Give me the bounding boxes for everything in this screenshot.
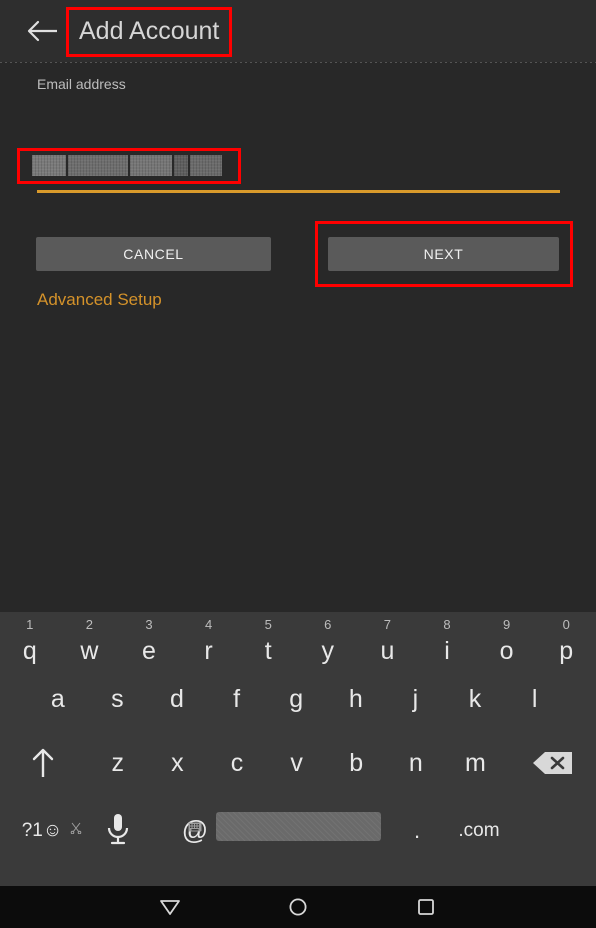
on-screen-keyboard: 1 2 3 4 5 6 7 8 9 0 q w e r t y u i o p … bbox=[0, 612, 596, 886]
email-field-label: Email address bbox=[37, 76, 126, 92]
page-title: Add Account bbox=[79, 17, 220, 45]
email-field-highlight bbox=[17, 148, 241, 184]
key-hint-8: 8 bbox=[443, 617, 451, 632]
key-y[interactable]: y bbox=[298, 634, 358, 668]
key-hint-5: 5 bbox=[264, 617, 272, 632]
app-header: Add Account bbox=[0, 0, 596, 62]
key-hint-7: 7 bbox=[383, 617, 391, 632]
dot-com-key[interactable]: .com bbox=[444, 813, 514, 849]
key-b[interactable]: b bbox=[326, 746, 386, 780]
microphone-icon[interactable] bbox=[88, 807, 148, 853]
nav-back-triangle-icon[interactable] bbox=[140, 886, 200, 928]
symbols-key-label: ?1 bbox=[21, 820, 43, 841]
key-hint-6: 6 bbox=[324, 617, 332, 632]
key-hint-4: 4 bbox=[204, 617, 213, 632]
keyboard-row-1: 1 2 3 4 5 6 7 8 9 0 q w e r t y u i o p bbox=[0, 612, 596, 672]
key-hint-1: 1 bbox=[26, 617, 34, 632]
key-x[interactable]: x bbox=[148, 746, 208, 780]
backspace-icon[interactable] bbox=[524, 742, 582, 784]
key-s[interactable]: s bbox=[88, 682, 148, 716]
key-f[interactable]: f bbox=[207, 682, 267, 716]
key-z[interactable]: z bbox=[88, 746, 148, 780]
key-h[interactable]: h bbox=[326, 682, 386, 716]
key-hint-9: 9 bbox=[502, 617, 511, 632]
key-i[interactable]: i bbox=[417, 634, 477, 668]
cancel-button[interactable]: CANCEL bbox=[36, 237, 271, 271]
nav-recents-square-icon[interactable] bbox=[396, 886, 456, 928]
nav-home-circle-icon[interactable] bbox=[268, 886, 328, 928]
key-e[interactable]: e bbox=[119, 634, 179, 668]
advanced-setup-link[interactable]: Advanced Setup bbox=[37, 290, 162, 310]
account-form: Email address CANCEL NEXT Advanced Setup bbox=[0, 62, 596, 309]
key-d[interactable]: d bbox=[147, 682, 207, 716]
period-key[interactable]: . bbox=[392, 811, 442, 851]
key-g[interactable]: g bbox=[266, 682, 326, 716]
shift-arrow-up-icon[interactable] bbox=[14, 742, 72, 784]
key-r[interactable]: r bbox=[179, 634, 239, 668]
page-title-highlight: Add Account bbox=[66, 7, 233, 57]
key-hint-2: 2 bbox=[85, 617, 93, 632]
android-navigation-bar bbox=[0, 886, 596, 928]
key-n[interactable]: n bbox=[386, 746, 446, 780]
key-c[interactable]: c bbox=[207, 746, 267, 780]
next-button-highlight bbox=[315, 221, 573, 287]
key-v[interactable]: v bbox=[267, 746, 327, 780]
key-t[interactable]: t bbox=[238, 634, 298, 668]
keyboard-row-2: a s d f g h j k l bbox=[0, 672, 596, 734]
keyboard-row-3: z x c v b n m bbox=[0, 734, 596, 797]
symbols-key[interactable]: ?1 ☺ bbox=[4, 811, 80, 851]
key-w[interactable]: w bbox=[60, 634, 120, 668]
email-field-underline bbox=[37, 190, 560, 193]
key-o[interactable]: o bbox=[477, 634, 537, 668]
key-a[interactable]: a bbox=[28, 682, 88, 716]
emoji-icon: ☺ bbox=[42, 820, 63, 841]
key-l[interactable]: l bbox=[505, 682, 565, 716]
key-m[interactable]: m bbox=[446, 746, 506, 780]
key-hint-0: 0 bbox=[562, 617, 570, 632]
key-p[interactable]: p bbox=[536, 634, 596, 668]
key-hint-3: 3 bbox=[145, 617, 153, 632]
key-q[interactable]: q bbox=[0, 634, 60, 668]
app-screen: Add Account Email address CANCEL NEXT Ad… bbox=[0, 0, 596, 928]
key-u[interactable]: u bbox=[358, 634, 418, 668]
space-key[interactable] bbox=[216, 812, 381, 841]
key-k[interactable]: k bbox=[445, 682, 505, 716]
key-j[interactable]: j bbox=[386, 682, 446, 716]
back-arrow-icon[interactable] bbox=[26, 18, 60, 44]
keyboard-row-4: ?1 ☺ @ . .com bbox=[0, 797, 596, 863]
